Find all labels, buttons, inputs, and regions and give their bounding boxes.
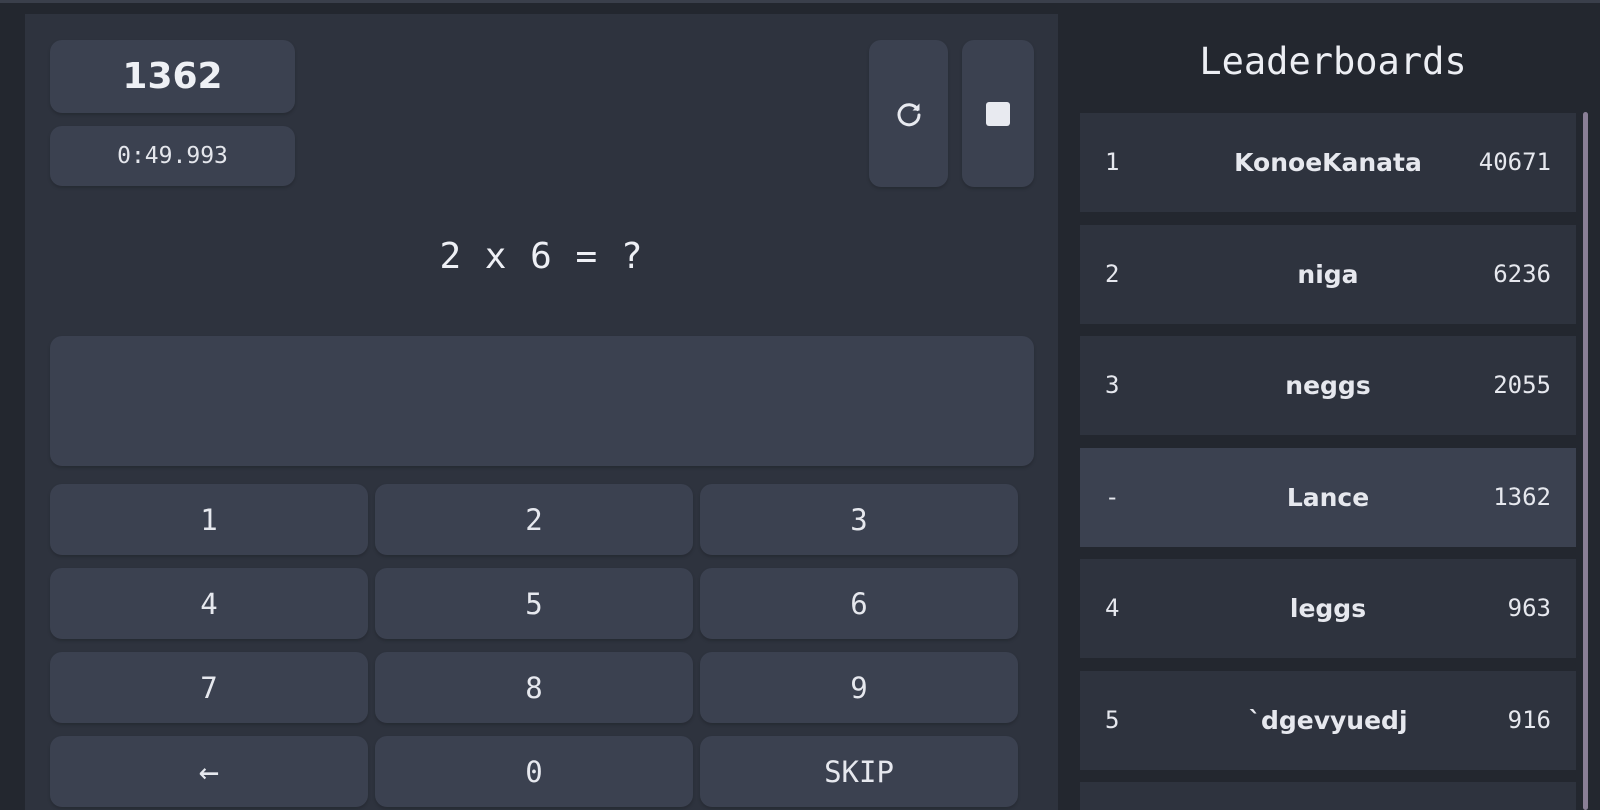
- key-2[interactable]: 2: [375, 484, 693, 555]
- key-7[interactable]: 7: [50, 652, 368, 723]
- stop-icon: [986, 101, 1010, 126]
- answer-input[interactable]: [50, 336, 1034, 466]
- top-border: [0, 0, 1600, 3]
- leaderboard-row: 5 `dgevyuedj 916: [1080, 671, 1576, 770]
- leaderboard-score: 2055: [1493, 371, 1551, 399]
- question-text: 2 x 6 = ?: [439, 236, 644, 277]
- key-4[interactable]: 4: [50, 568, 368, 639]
- leaderboard-row-current-user: - Lance 1362: [1080, 448, 1576, 547]
- key-1[interactable]: 1: [50, 484, 368, 555]
- key-3[interactable]: 3: [700, 484, 1018, 555]
- leaderboard-score: 1362: [1493, 483, 1551, 511]
- restart-button[interactable]: [869, 40, 948, 187]
- leaderboard-row: 2 niga 6236: [1080, 225, 1576, 324]
- key-8[interactable]: 8: [375, 652, 693, 723]
- game-panel: 1362 0:49.993 2 x 6 = ? 1 2 3 4 5 6 7 8 …: [25, 14, 1058, 810]
- skip-key[interactable]: SKIP: [700, 736, 1018, 807]
- timer-display: 0:49.993: [50, 126, 295, 186]
- leaderboard-row: 4 leggs 963: [1080, 559, 1576, 658]
- leaderboard-row-partial: [1080, 782, 1576, 810]
- key-5[interactable]: 5: [375, 568, 693, 639]
- leaderboard-row: 3 neggs 2055: [1080, 336, 1576, 435]
- leaderboard-title: Leaderboards: [1199, 40, 1467, 83]
- leaderboard-score: 40671: [1478, 148, 1551, 176]
- leaderboard-name: `dgevyuedj: [1248, 706, 1408, 735]
- leaderboard-score: 6236: [1493, 260, 1551, 288]
- leaderboard-scrollbar[interactable]: [1583, 112, 1588, 810]
- stop-button[interactable]: [962, 40, 1034, 187]
- leaderboard-row: 1 KonoeKanata 40671: [1080, 113, 1576, 212]
- key-0[interactable]: 0: [375, 736, 693, 807]
- backspace-key[interactable]: ←: [50, 736, 368, 807]
- score-display: 1362: [50, 40, 295, 113]
- restart-icon: [897, 102, 920, 126]
- leaderboard-score: 916: [1507, 706, 1551, 734]
- leaderboard-score: 963: [1507, 594, 1551, 622]
- leaderboard-name: leggs: [1289, 594, 1367, 623]
- key-9[interactable]: 9: [700, 652, 1018, 723]
- key-6[interactable]: 6: [700, 568, 1018, 639]
